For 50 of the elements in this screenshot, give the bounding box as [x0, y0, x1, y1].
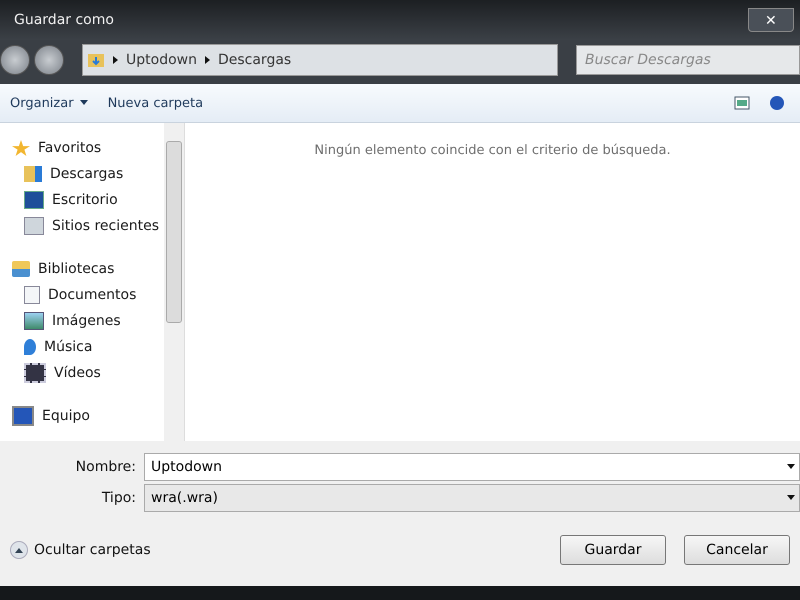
dialog-button[interactable]: Cancelar [684, 535, 790, 565]
chevron-icon [113, 56, 118, 64]
item-label: Música [44, 339, 92, 355]
sidebar-item[interactable]: Descargas [0, 161, 164, 187]
sidebar-item[interactable]: Documentos [0, 282, 164, 308]
window-title: Guardar como [14, 12, 114, 28]
sidebar-item[interactable]: Imágenes [0, 308, 164, 334]
view-icon[interactable] [734, 96, 750, 110]
desktop-icon [24, 191, 44, 209]
field-label: Nombre: [74, 458, 137, 474]
caret-icon [787, 464, 795, 469]
sidebar-item[interactable]: Bibliotecas [0, 256, 164, 282]
address-bar[interactable]: Uptodown Descargas [82, 44, 558, 76]
sidebar-item[interactable]: Vídeos [0, 360, 164, 386]
search-field[interactable]: Buscar Descargas [576, 45, 800, 75]
organize-menu[interactable]: Organizar [10, 96, 88, 110]
caret-icon [80, 100, 88, 106]
forward-button[interactable] [34, 45, 64, 75]
dialog-button[interactable]: Guardar [560, 535, 666, 565]
image-icon [24, 312, 44, 330]
close-button[interactable]: ✕ [748, 8, 794, 32]
file-name-field[interactable]: Uptodown [144, 452, 800, 480]
sidebar-item[interactable]: Música [0, 334, 164, 360]
back-button[interactable] [0, 45, 30, 75]
collapse-icon [10, 541, 28, 559]
item-label: Equipo [42, 408, 90, 424]
empty-message: Ningún elemento coincide con el criterio de búsqueda. [314, 143, 671, 160]
item-label: Documentos [48, 287, 136, 303]
item-label: Favoritos [38, 140, 102, 156]
sidebar-item[interactable]: Escritorio [0, 187, 164, 213]
new-folder-button[interactable]: Nueva carpeta [108, 96, 204, 110]
chevron-icon [204, 56, 210, 64]
hide-folders-button[interactable]: Ocultar carpetas [4, 540, 157, 560]
film-icon [24, 363, 46, 383]
item-label: Imágenes [52, 313, 121, 329]
field-label: Tipo: [100, 490, 137, 506]
sidebar-item[interactable]: Equipo [0, 403, 164, 429]
item-label: Bibliotecas [38, 261, 114, 277]
sidebar-item[interactable]: Sitios recientes [0, 213, 164, 239]
caret-icon [787, 495, 795, 500]
breadcrumb[interactable]: Descargas [218, 52, 292, 68]
document-icon [24, 286, 40, 304]
file-type-dropdown[interactable]: wra(.wra) [144, 484, 800, 512]
item-label: Descargas [50, 166, 124, 182]
breadcrumb[interactable]: Uptodown [126, 52, 197, 68]
item-label: Vídeos [54, 365, 101, 381]
item-label: Escritorio [52, 192, 118, 208]
item-label: Sitios recientes [52, 218, 159, 234]
scrollbar[interactable] [164, 123, 184, 441]
sidebar-item[interactable]: Favoritos [0, 135, 164, 161]
